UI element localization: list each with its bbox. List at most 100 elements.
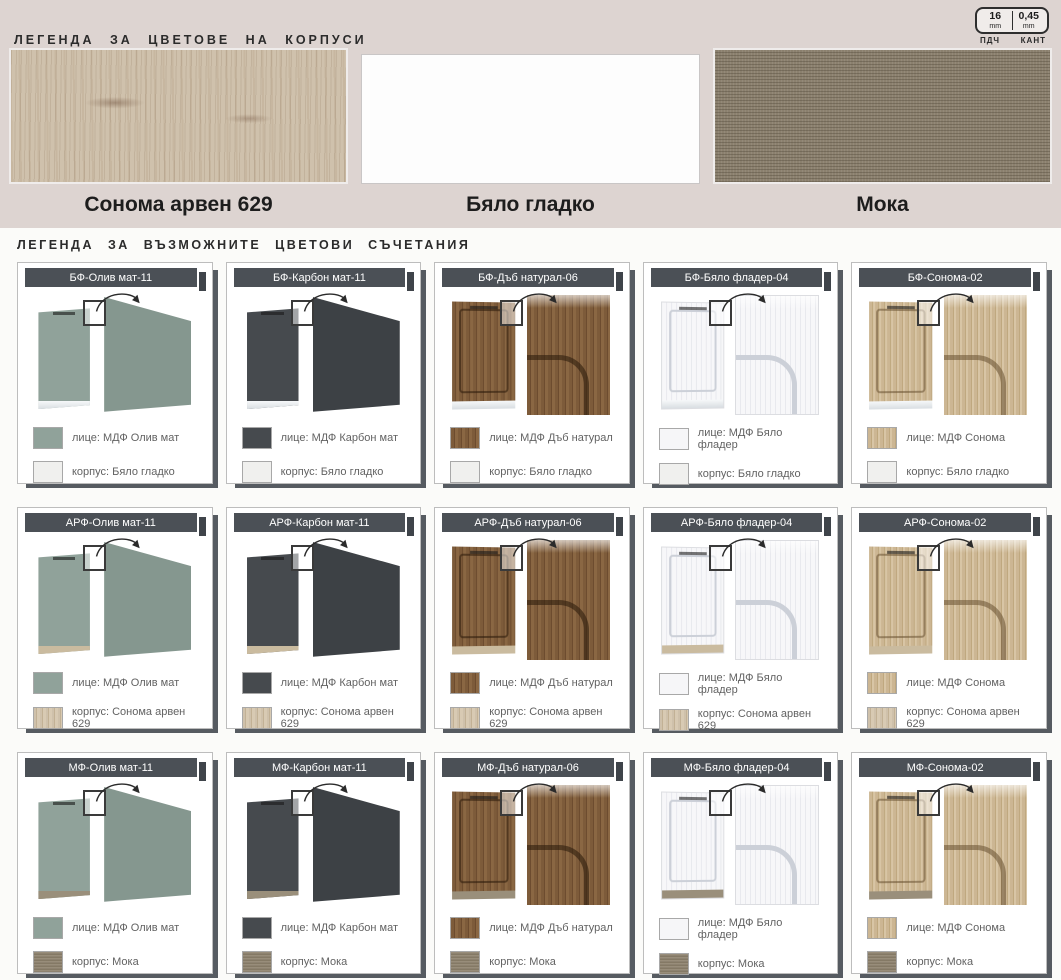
curved-arrow-icon [718,289,772,314]
combo-card: МФ-Бяло фладер-04 [643,752,839,974]
door-handle [53,557,76,560]
body-color-swatch [33,461,63,483]
body-label: корпус: Сонома арвен 629 [72,706,200,730]
door-plinth [452,400,515,410]
combo-grid: БФ-Олив мат-11 [17,262,1047,974]
combo-card: МФ-Карбон мат-11 [226,752,422,974]
body-label: корпус: Сонома арвен 629 [698,708,826,732]
card-legend: лице: МДФ Олив мат корпус: Бяло гладко [33,427,200,483]
body-label: корпус: Бяло гладко [72,466,175,478]
body-colors-header: ЛЕГЕНДА ЗА ЦВЕТОВЕ НА КОРПУСИ [14,33,367,47]
combo-card: АРФ-Карбон мат-11 [226,507,422,729]
combo-card-title: БФ-Дъб натурал-06 [442,268,614,287]
door-preview [860,292,1038,418]
door-handle [470,551,498,554]
swatch-label-byalo-gladko: Бяло гладко [361,193,700,217]
combo-card: АРФ-Дъб натурал-06 [434,507,630,729]
curved-arrow-icon [718,534,772,559]
combo-card: АРФ-Олив мат-11 [17,507,213,729]
combo-card-title: МФ-Карбон мат-11 [234,758,406,777]
door-plinth [869,890,932,900]
door-plinth [247,646,299,654]
door-handle [261,557,284,560]
face-label: лице: МДФ Карбон мат [281,922,398,934]
body-label: корпус: Сонома арвен 629 [489,706,617,730]
face-label: лице: МДФ Бяло фладер [698,427,826,451]
combo-card: БФ-Карбон мат-11 [226,262,422,484]
door-plinth [662,889,723,898]
face-label: лице: МДФ Дъб натурал [489,677,613,689]
door-preview [860,782,1038,908]
body-label: корпус: Бяло гладко [281,466,384,478]
face-color-swatch [659,918,689,940]
combo-card-title-text: БФ-Олив мат-11 [70,272,153,284]
card-legend: лице: МДФ Карбон мат корпус: Бяло гладко [242,427,409,483]
door-preview [652,537,830,663]
kant-thickness-value: 0,45 [1019,11,1039,22]
body-label: корпус: Мока [906,956,973,968]
face-color-swatch [867,917,897,939]
curved-arrow-icon [926,289,980,314]
door-preview [235,537,413,663]
curved-arrow-icon [300,289,354,314]
swatch-label-moka: Мока [713,193,1052,217]
face-color-swatch [33,672,63,694]
combo-card-title: БФ-Карбон мат-11 [234,268,406,287]
door-preview [235,292,413,418]
swatch-sonoma-arven-629 [9,48,348,184]
door-preview [443,292,621,418]
catalog-page: ЛЕГЕНДА ЗА ЦВЕТОВЕ НА КОРПУСИ 16 mm 0,45… [0,0,1061,980]
body-color-swatch [242,461,272,483]
card-legend: лице: МДФ Олив мат корпус: Мока [33,917,200,973]
door-preview [26,782,204,908]
door-panel-corner [735,600,797,660]
door-preview [443,782,621,908]
body-color-swatch [867,707,897,729]
combo-card-title-text: АРФ-Сонома-02 [904,517,986,529]
face-label: лице: МДФ Олив мат [72,677,179,689]
face-label: лице: МДФ Сонома [906,432,1005,444]
door-preview [26,537,204,663]
combo-card-title-text: АРФ-Бяло фладер-04 [681,517,792,529]
door-front-large [313,542,400,657]
face-color-swatch [242,427,272,449]
face-label: лице: МДФ Олив мат [72,922,179,934]
card-legend: лице: МДФ Бяло фладер корпус: Сонома арв… [659,672,826,732]
body-color-swatch [242,951,272,973]
face-color-swatch [242,672,272,694]
body-label: корпус: Мока [281,956,348,968]
door-preview [26,292,204,418]
face-label: лице: МДФ Сонома [906,677,1005,689]
combo-card-title-text: МФ-Бяло фладер-04 [684,762,790,774]
edge-spec-box: 16 mm 0,45 mm [975,7,1049,34]
face-color-swatch [33,917,63,939]
combo-card-title-text: БФ-Карбон мат-11 [273,272,366,284]
door-panel-corner [735,355,797,415]
combo-card-title-text: МФ-Дъб натурал-06 [477,762,579,774]
curved-arrow-icon [509,779,563,804]
pdch-label: ПДЧ [980,36,1000,45]
door-front-large [104,787,191,902]
face-color-swatch [659,673,689,695]
card-legend: лице: МДФ Сонома корпус: Мока [867,917,1034,973]
door-plinth [38,891,90,899]
combo-card-title: МФ-Бяло фладер-04 [651,758,823,777]
face-label: лице: МДФ Карбон мат [281,677,398,689]
face-label: лице: МДФ Карбон мат [281,432,398,444]
combo-card-title-text: МФ-Олив мат-11 [69,762,154,774]
door-panel-corner [944,600,1007,660]
color-combos-section: ЛЕГЕНДА ЗА ВЪЗМОЖНИТЕ ЦВЕТОВИ СЪЧЕТАНИЯ … [0,228,1061,974]
spec-divider [1012,11,1013,30]
door-handle [679,552,706,555]
face-color-swatch [33,427,63,449]
body-colors-section: ЛЕГЕНДА ЗА ЦВЕТОВЕ НА КОРПУСИ 16 mm 0,45… [0,0,1061,228]
combo-card-title: БФ-Бяло фладер-04 [651,268,823,287]
door-plinth [452,890,515,900]
face-label: лице: МДФ Бяло фладер [698,672,826,696]
door-plinth [869,645,932,655]
combo-card: МФ-Олив мат-11 [17,752,213,974]
body-label: корпус: Бяло гладко [698,468,801,480]
door-handle [261,312,284,315]
combo-card-title: МФ-Сонома-02 [859,758,1031,777]
combo-card-title: БФ-Олив мат-11 [25,268,197,287]
